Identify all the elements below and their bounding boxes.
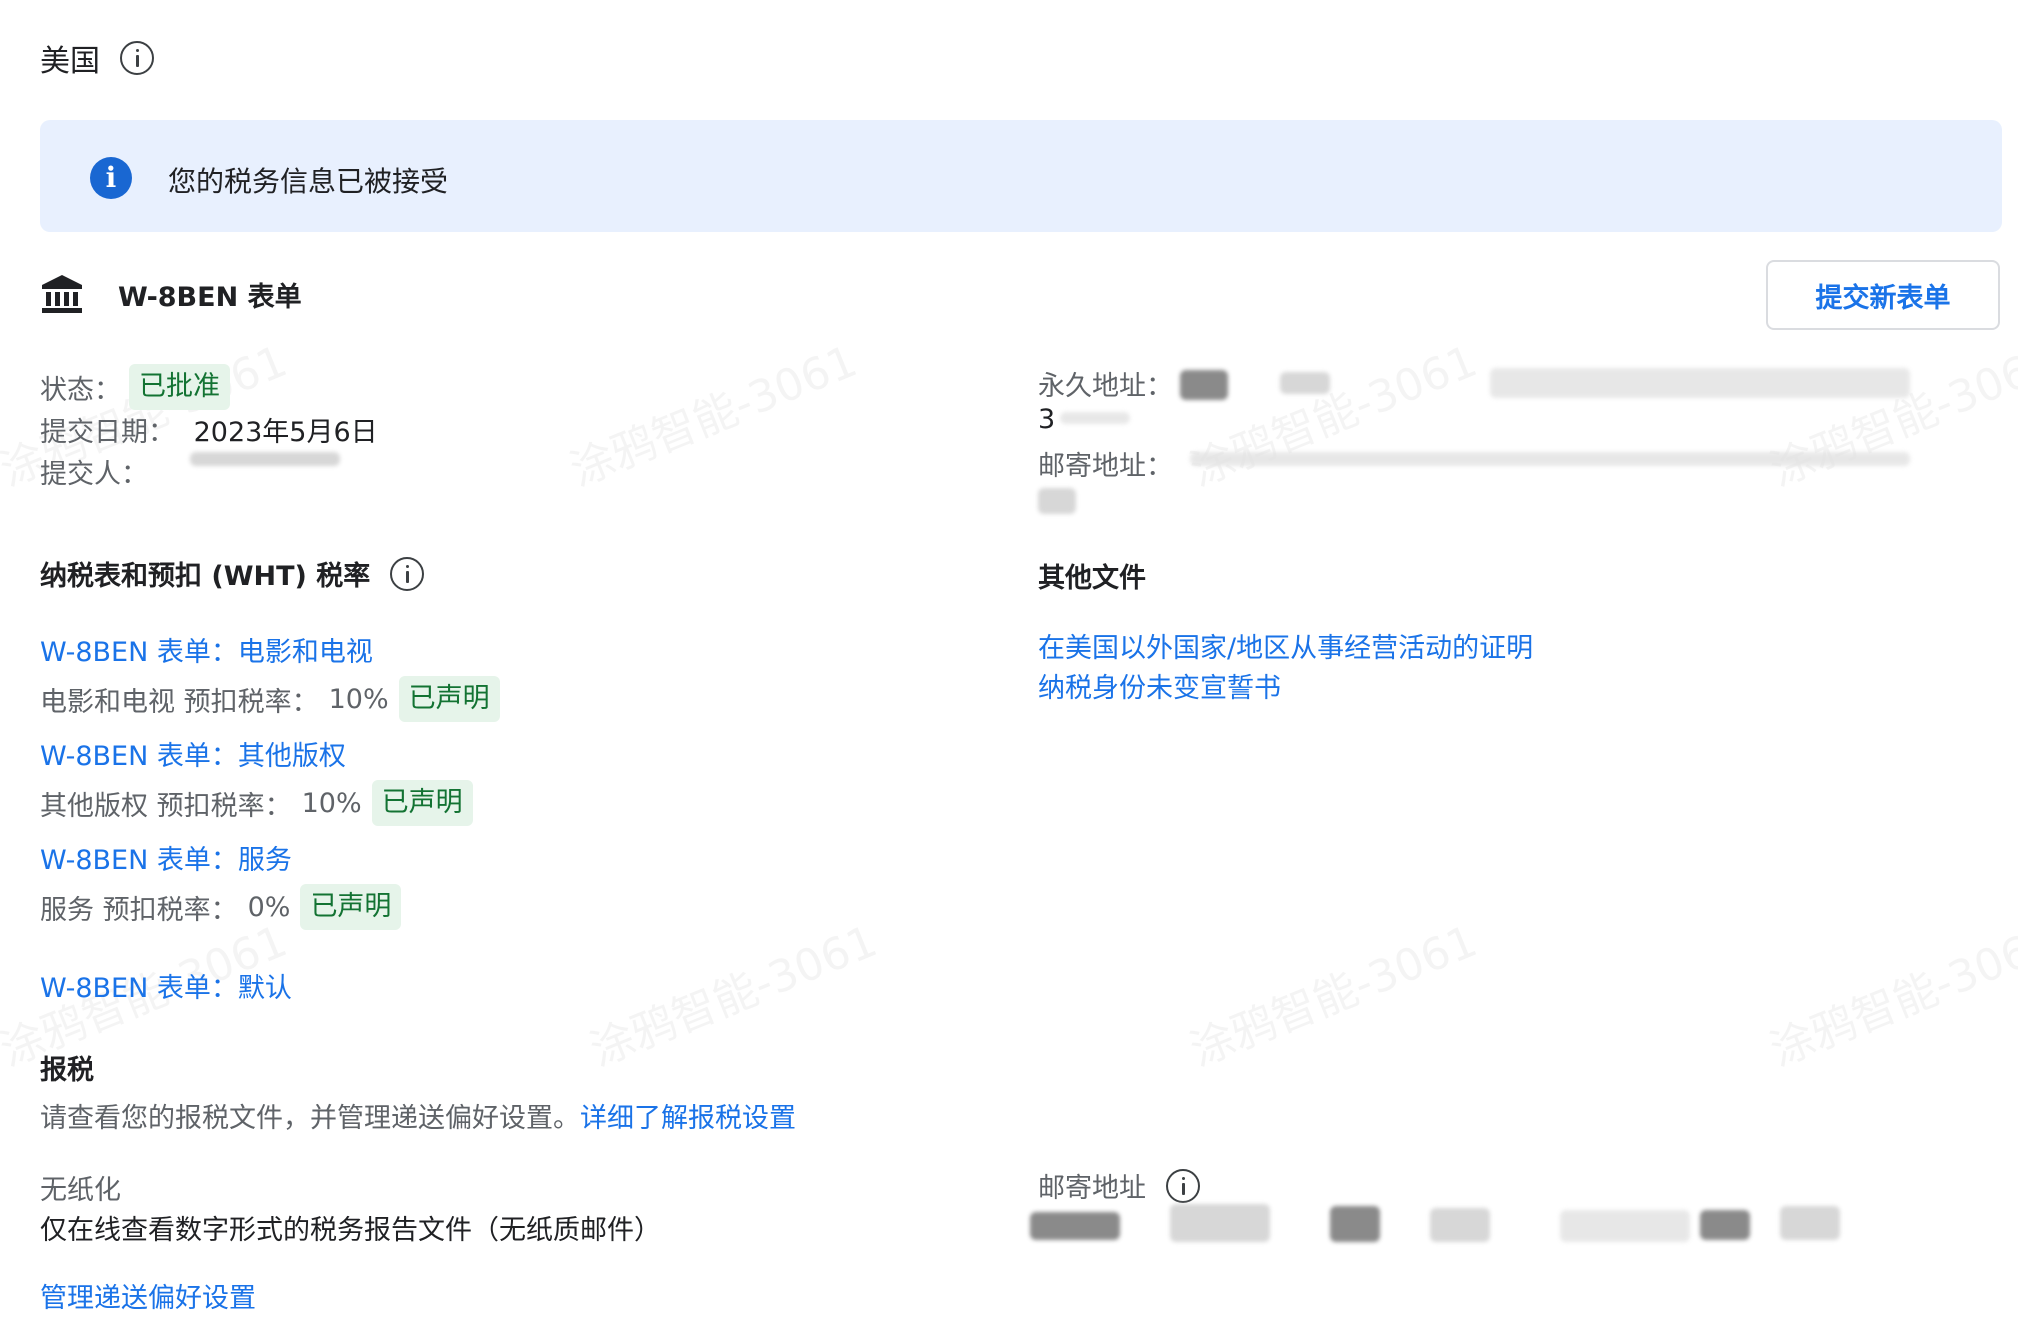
redacted-tax-mailing-address [1330, 1206, 1380, 1242]
submit-new-form-button[interactable]: 提交新表单 [1766, 260, 2000, 330]
info-icon[interactable] [1166, 1168, 1200, 1203]
wht-rate-label: 电影和电视 预扣税率： [40, 686, 319, 718]
permanent-address-label: 永久地址： [1038, 371, 1173, 402]
redacted-mailing-address [1190, 452, 1910, 466]
tax-reporting-description: 请查看您的报税文件，并管理递送偏好设置。 [40, 1103, 580, 1134]
redacted-tax-mailing-address [1560, 1210, 1690, 1242]
mailing-address-label: 邮寄地址： [1038, 451, 1173, 482]
info-icon[interactable] [390, 556, 425, 591]
status-row: 状态： 已批准 [40, 364, 230, 410]
tax-reporting-description-row: 请查看您的报税文件，并管理递送偏好设置。详细了解报税设置 [40, 1096, 796, 1135]
submit-date-value: 2023年5月6日 [193, 417, 378, 448]
wht-rate-value: 10% [301, 787, 362, 819]
watermark: 涂鸦智能-3061 [579, 905, 885, 1078]
learn-more-link[interactable]: 详细了解报税设置 [580, 1103, 796, 1134]
submit-date-row: 提交日期： 2023年5月6日 [40, 410, 378, 449]
submitter-label: 提交人： [40, 459, 148, 490]
wht-link-other-copyright[interactable]: W-8BEN 表单：其他版权 [40, 734, 346, 773]
wht-heading: 纳税表和预扣 (WHT) 税率 [40, 561, 371, 592]
wht-rate-value: 0% [247, 891, 291, 923]
redacted-permanent-address [1180, 370, 1228, 400]
status-badge: 已批准 [129, 364, 230, 410]
tax-mailing-address-label: 邮寄地址 [1038, 1173, 1146, 1204]
redacted-tax-mailing-address [1430, 1208, 1490, 1242]
redacted-submitter [190, 452, 340, 466]
tax-mailing-address-row: 邮寄地址 [1038, 1166, 1200, 1205]
redacted-permanent-address [1060, 412, 1130, 424]
submit-date-label: 提交日期： [40, 417, 175, 448]
banner-message: 您的税务信息已被接受 [168, 165, 449, 198]
country-title: 美国 [40, 44, 100, 79]
wht-link-services[interactable]: W-8BEN 表单：服务 [40, 838, 292, 877]
watermark: 涂鸦智能-3061 [559, 325, 865, 498]
wht-rate-row: 其他版权 预扣税率： 10% 已声明 [40, 780, 473, 826]
redacted-permanent-address [1490, 368, 1910, 398]
paperless-label: 无纸化 [40, 1175, 121, 1206]
watermark: 涂鸦智能-3061 [1759, 325, 2018, 498]
submitter-row: 提交人： [40, 452, 148, 491]
wht-rate-label: 服务 预扣税率： [40, 894, 238, 926]
wht-rate-label: 其他版权 预扣税率： [40, 790, 292, 822]
redacted-tax-mailing-address [1030, 1212, 1120, 1240]
permanent-address-partial: 3 [1038, 404, 1056, 435]
manage-delivery-preferences-link[interactable]: 管理递送偏好设置 [40, 1276, 256, 1315]
wht-rate-value: 10% [328, 683, 389, 715]
watermark: 涂鸦智能-3061 [1179, 905, 1485, 1078]
other-docs-link-business-proof[interactable]: 在美国以外国家/地区从事经营活动的证明 [1038, 626, 1533, 665]
declared-badge: 已声明 [371, 780, 473, 826]
bank-icon [42, 275, 82, 313]
form-title-row: W-8BEN 表单 [40, 272, 302, 316]
redacted-mailing-address [1038, 488, 1076, 514]
declared-badge: 已声明 [300, 884, 402, 930]
info-filled-icon: i [90, 157, 132, 199]
wht-rate-row: 电影和电视 预扣税率： 10% 已声明 [40, 676, 500, 722]
declared-badge: 已声明 [398, 676, 500, 722]
accepted-banner: i 您的税务信息已被接受 [40, 120, 2002, 232]
redacted-tax-mailing-address [1780, 1206, 1840, 1240]
redacted-tax-mailing-address [1700, 1210, 1750, 1240]
form-title: W-8BEN 表单 [118, 281, 302, 313]
other-docs-heading: 其他文件 [1038, 563, 1146, 594]
redacted-permanent-address [1280, 372, 1330, 394]
other-docs-link-status-affidavit[interactable]: 纳税身份未变宣誓书 [1038, 666, 1281, 705]
status-label: 状态： [40, 374, 121, 406]
page-header: 美国 [40, 36, 154, 80]
wht-link-default[interactable]: W-8BEN 表单：默认 [40, 966, 292, 1005]
redacted-tax-mailing-address [1170, 1204, 1270, 1242]
tax-reporting-heading: 报税 [40, 1055, 94, 1086]
watermark: 涂鸦智能-3061 [1759, 905, 2018, 1078]
wht-link-film-tv[interactable]: W-8BEN 表单：电影和电视 [40, 630, 373, 669]
wht-rate-row: 服务 预扣税率： 0% 已声明 [40, 884, 402, 930]
info-icon[interactable] [120, 41, 154, 75]
watermark: 涂鸦智能-3061 [1179, 325, 1485, 498]
wht-heading-row: 纳税表和预扣 (WHT) 税率 [40, 554, 425, 593]
paperless-description: 仅在线查看数字形式的税务报告文件（无纸质邮件） [40, 1215, 661, 1246]
